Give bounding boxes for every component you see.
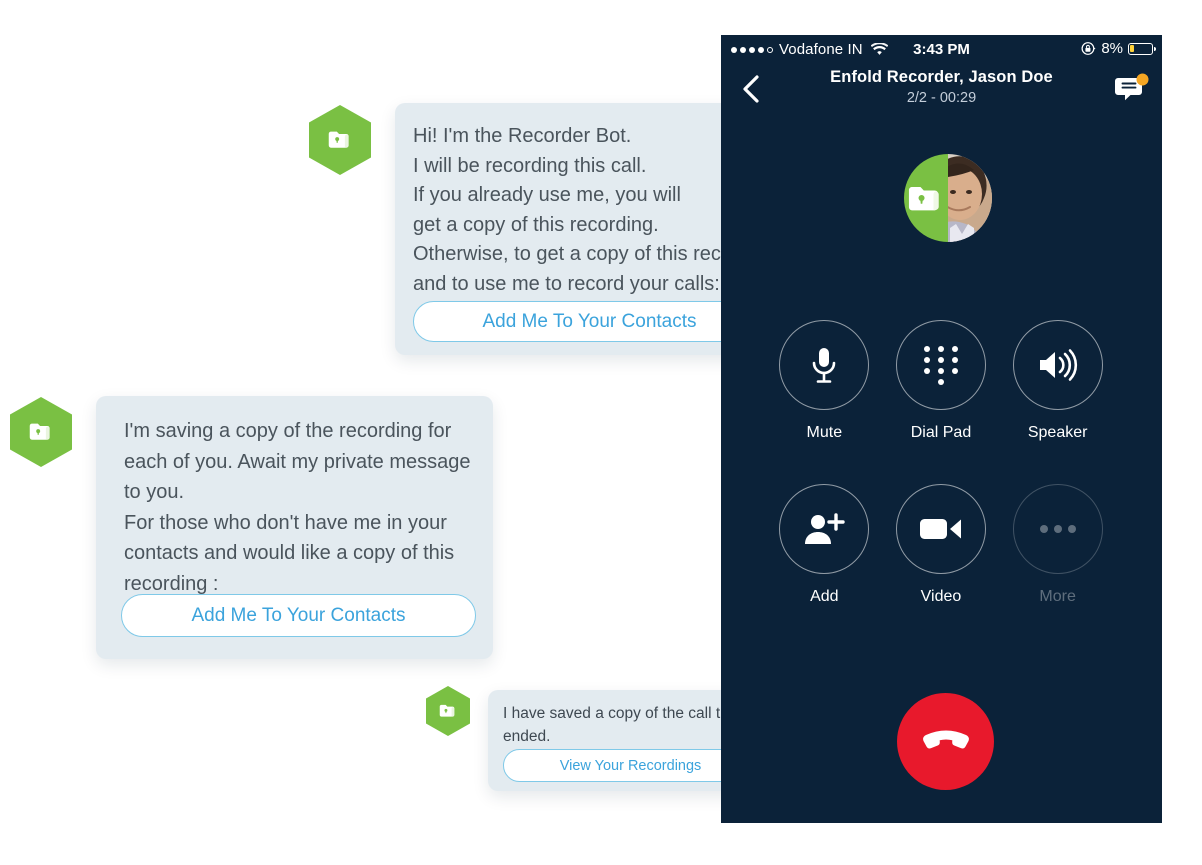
chat-button[interactable] <box>1114 73 1150 107</box>
call-title: Enfold Recorder, Jason Doe <box>830 68 1053 86</box>
speaker-circle <box>1012 320 1103 410</box>
caller-avatar <box>904 154 992 242</box>
add-me-to-your-contacts-button-1[interactable]: Add Me To Your Contacts <box>413 301 766 342</box>
bot-avatar-icon <box>10 397 72 467</box>
avatar-photo-half <box>948 154 992 242</box>
battery-icon <box>1128 42 1156 55</box>
battery-percentage: 8% <box>1101 40 1123 57</box>
back-button[interactable] <box>733 71 767 107</box>
video-camera-icon <box>919 519 961 539</box>
avatar-bot-half <box>904 154 948 242</box>
add-person-icon <box>805 513 846 544</box>
dialpad-icon <box>922 345 959 385</box>
speaker-label: Speaker <box>1027 424 1088 441</box>
video-label: Video <box>920 588 962 605</box>
chat-badge <box>1136 73 1149 86</box>
end-call-button[interactable] <box>897 693 994 790</box>
more-label: More <box>1039 588 1076 605</box>
bot-avatar-icon <box>309 105 371 175</box>
mute-circle <box>779 320 870 410</box>
call-header: Enfold Recorder, Jason Doe 2/2 - 00:29 <box>791 68 1092 106</box>
call-subtitle: 2/2 - 00:29 <box>906 90 977 106</box>
dial-pad-button[interactable]: Dial Pad <box>895 320 986 442</box>
more-button[interactable]: More <box>1012 484 1103 606</box>
ellipsis-icon <box>1039 525 1076 533</box>
phone-call-screen: Vodafone IN 3:43 PM 8% Enfold Recorder, … <box>721 35 1162 823</box>
speaker-button[interactable]: Speaker <box>1012 320 1103 442</box>
view-your-recordings-button[interactable]: View Your Recordings <box>503 749 758 782</box>
call-controls: Mute Dial Pad Speaker Add Video More <box>766 320 1116 606</box>
speaker-icon <box>1039 349 1077 381</box>
chat-bubble-2-text: I'm saving a copy of the recording for e… <box>124 420 471 595</box>
video-circle <box>895 484 986 574</box>
bot-avatar-icon <box>426 686 470 736</box>
video-button[interactable]: Video <box>895 484 986 606</box>
status-bar-right: 8% <box>1081 40 1156 57</box>
add-me-to-your-contacts-button-2[interactable]: Add Me To Your Contacts <box>121 594 476 637</box>
more-circle <box>1012 484 1103 574</box>
status-bar: Vodafone IN 3:43 PM 8% <box>721 35 1162 65</box>
dial-pad-label: Dial Pad <box>910 424 972 441</box>
nav-bar: Enfold Recorder, Jason Doe 2/2 - 00:29 <box>721 65 1162 115</box>
hang-up-icon <box>922 730 969 748</box>
mute-button[interactable]: Mute <box>779 320 870 442</box>
add-label: Add <box>810 588 839 605</box>
dial-pad-circle <box>895 320 986 410</box>
add-circle <box>779 484 870 574</box>
add-button[interactable]: Add <box>779 484 870 606</box>
microphone-icon <box>813 348 836 383</box>
mute-label: Mute <box>806 424 843 441</box>
rotation-lock-icon <box>1081 41 1096 56</box>
